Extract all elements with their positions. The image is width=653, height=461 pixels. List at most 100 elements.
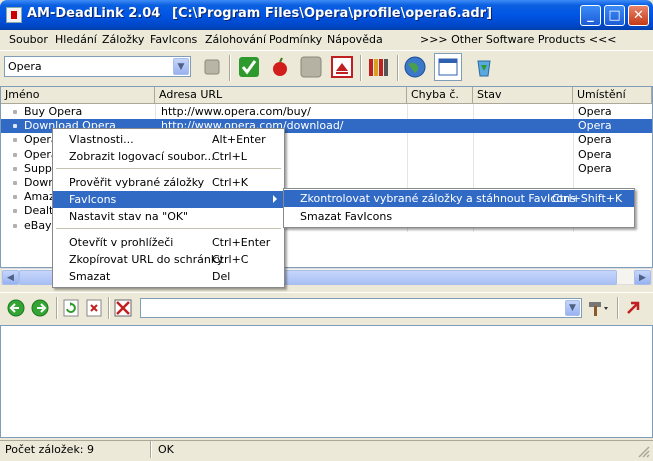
- ctx-label: Zkopírovat URL do schránky: [69, 253, 224, 266]
- other-products-link[interactable]: >>> Other Software Products <<<: [420, 33, 617, 46]
- bookmarks-button[interactable]: [367, 55, 391, 79]
- arrow-up-right-icon: [627, 301, 640, 314]
- cell-location: Opera: [578, 105, 612, 118]
- cell-location: Opera: [578, 161, 612, 175]
- maximize-button[interactable]: □: [604, 5, 625, 26]
- sub-label: Zkontrolovat vybrané záložky a stáhnout …: [300, 192, 576, 205]
- toolbar-separator: [108, 297, 110, 319]
- column-header-location[interactable]: Umístění: [573, 87, 652, 104]
- column-header-url[interactable]: Adresa URL: [155, 87, 407, 104]
- bookmark-bullet-icon: [13, 110, 17, 114]
- ctx-label: Vlastnosti...: [69, 133, 134, 146]
- check-icon: [239, 57, 259, 77]
- toolbar-separator: [229, 55, 231, 81]
- menu-separator: [56, 228, 281, 229]
- refresh-button[interactable]: [62, 299, 80, 317]
- tools-button[interactable]: [587, 298, 611, 318]
- bookmark-bullet-icon: [13, 124, 17, 129]
- resize-grip[interactable]: [636, 444, 650, 458]
- menu-soubor[interactable]: Soubor: [9, 33, 48, 46]
- toolbar-separator: [360, 55, 362, 81]
- forward-arrow-icon: [31, 299, 49, 317]
- back-arrow-icon: [7, 299, 25, 317]
- browser-preview-pane[interactable]: [0, 325, 653, 438]
- status-bar: [0, 440, 653, 459]
- upload-icon: [331, 56, 353, 78]
- ctx-shortcut: Ctrl+L: [212, 150, 247, 163]
- column-header-status[interactable]: Stav: [473, 87, 573, 104]
- toolbar-separator: [56, 297, 58, 319]
- file-path-title: [C:\Program Files\Opera\profile\opera6.a…: [172, 6, 493, 21]
- ctx-show-log[interactable]: Zobrazit logovací soubor... Ctrl+L: [53, 148, 284, 165]
- menu-separator: [56, 168, 281, 169]
- app-title: AM-DeadLink 2.04: [27, 6, 161, 21]
- back-button[interactable]: [7, 299, 25, 317]
- blank-icon: [300, 56, 322, 78]
- bookmark-bullet-icon: [13, 195, 17, 200]
- column-header-error[interactable]: Chyba č.: [407, 87, 473, 104]
- books-icon: [369, 59, 388, 76]
- forward-button[interactable]: [31, 299, 49, 317]
- ctx-label: Nastavit stav na "OK": [69, 210, 189, 223]
- close-button[interactable]: ✕: [628, 5, 649, 26]
- sub-label: Smazat FavIcons: [300, 210, 393, 223]
- window-view-button[interactable]: [434, 53, 462, 81]
- column-header-name[interactable]: Jméno: [1, 87, 155, 104]
- ctx-delete[interactable]: Smazat Del: [53, 268, 284, 285]
- sub-delete-favicons[interactable]: Smazat FavIcons: [284, 208, 634, 225]
- cell-url: http://www.opera.com/buy/: [161, 105, 311, 118]
- ctx-label: Smazat: [69, 270, 111, 283]
- bookmark-bullet-icon: [13, 209, 17, 214]
- cell-location: Opera: [578, 119, 612, 133]
- scroll-left-button[interactable]: ◀: [2, 270, 19, 285]
- ctx-open-browser[interactable]: Otevřít v prohlížeči Ctrl+Enter: [53, 234, 284, 251]
- external-link-button[interactable]: [624, 299, 642, 317]
- ctx-set-ok[interactable]: Nastavit stav na "OK": [53, 208, 284, 225]
- menu-hledani[interactable]: Hledání: [55, 33, 97, 46]
- app-icon: [6, 7, 22, 23]
- minimize-button[interactable]: _: [580, 5, 601, 26]
- apple-icon: [273, 57, 287, 76]
- chevron-down-icon[interactable]: ▼: [565, 300, 580, 316]
- apple-button[interactable]: [268, 55, 292, 79]
- status-text: OK: [158, 443, 174, 456]
- stop-page-button[interactable]: [85, 299, 103, 317]
- toolbar-separator: [617, 297, 619, 319]
- scroll-right-button[interactable]: ▶: [634, 270, 651, 285]
- menu-podminky[interactable]: Podmínky: [269, 33, 322, 46]
- submenu-arrow-icon: [273, 195, 277, 203]
- stop-icon: [204, 59, 220, 75]
- table-row[interactable]: Buy Opera http://www.opera.com/buy/Opera: [1, 105, 652, 119]
- window-icon: [438, 58, 458, 76]
- menu-zalohovani[interactable]: Zálohování: [205, 33, 266, 46]
- recycle-button[interactable]: [472, 55, 496, 79]
- globe-button[interactable]: [403, 55, 427, 79]
- recycle-bin-icon: [477, 60, 491, 77]
- delete-icon: [114, 299, 132, 317]
- browser-select-value: Opera: [8, 60, 42, 73]
- ctx-label: Prověřit vybrané záložky: [69, 176, 205, 189]
- menu-napoveda[interactable]: Nápověda: [327, 33, 383, 46]
- url-input[interactable]: [140, 298, 582, 318]
- stop-button[interactable]: [200, 55, 224, 79]
- bookmark-bullet-icon: [13, 181, 17, 185]
- ctx-shortcut: Alt+Enter: [212, 133, 266, 146]
- gray-button[interactable]: [299, 55, 323, 79]
- ctx-favicons[interactable]: FavIcons: [53, 191, 284, 208]
- grip-icon: [638, 446, 650, 458]
- bookmark-count: Počet záložek: 9: [5, 443, 95, 456]
- chevron-down-icon[interactable]: ▼: [173, 58, 189, 75]
- delete-bookmark-button[interactable]: [112, 297, 134, 319]
- check-button[interactable]: [237, 55, 261, 79]
- refresh-icon: [63, 299, 79, 317]
- ctx-copy-url[interactable]: Zkopírovat URL do schránky Ctrl+C: [53, 251, 284, 268]
- upload-button[interactable]: [330, 55, 354, 79]
- stop-page-icon: [86, 299, 102, 317]
- ctx-check-selected[interactable]: Prověřit vybrané záložky Ctrl+K: [53, 174, 284, 191]
- bookmark-bullet-icon: [13, 223, 17, 228]
- ctx-properties[interactable]: Vlastnosti... Alt+Enter: [53, 131, 284, 148]
- menu-zalozky[interactable]: Záložky: [102, 33, 144, 46]
- ctx-label: Otevřít v prohlížeči: [69, 236, 174, 249]
- sub-check-download-favicons[interactable]: Zkontrolovat vybrané záložky a stáhnout …: [284, 190, 634, 207]
- menu-favicons[interactable]: FavIcons: [150, 33, 197, 46]
